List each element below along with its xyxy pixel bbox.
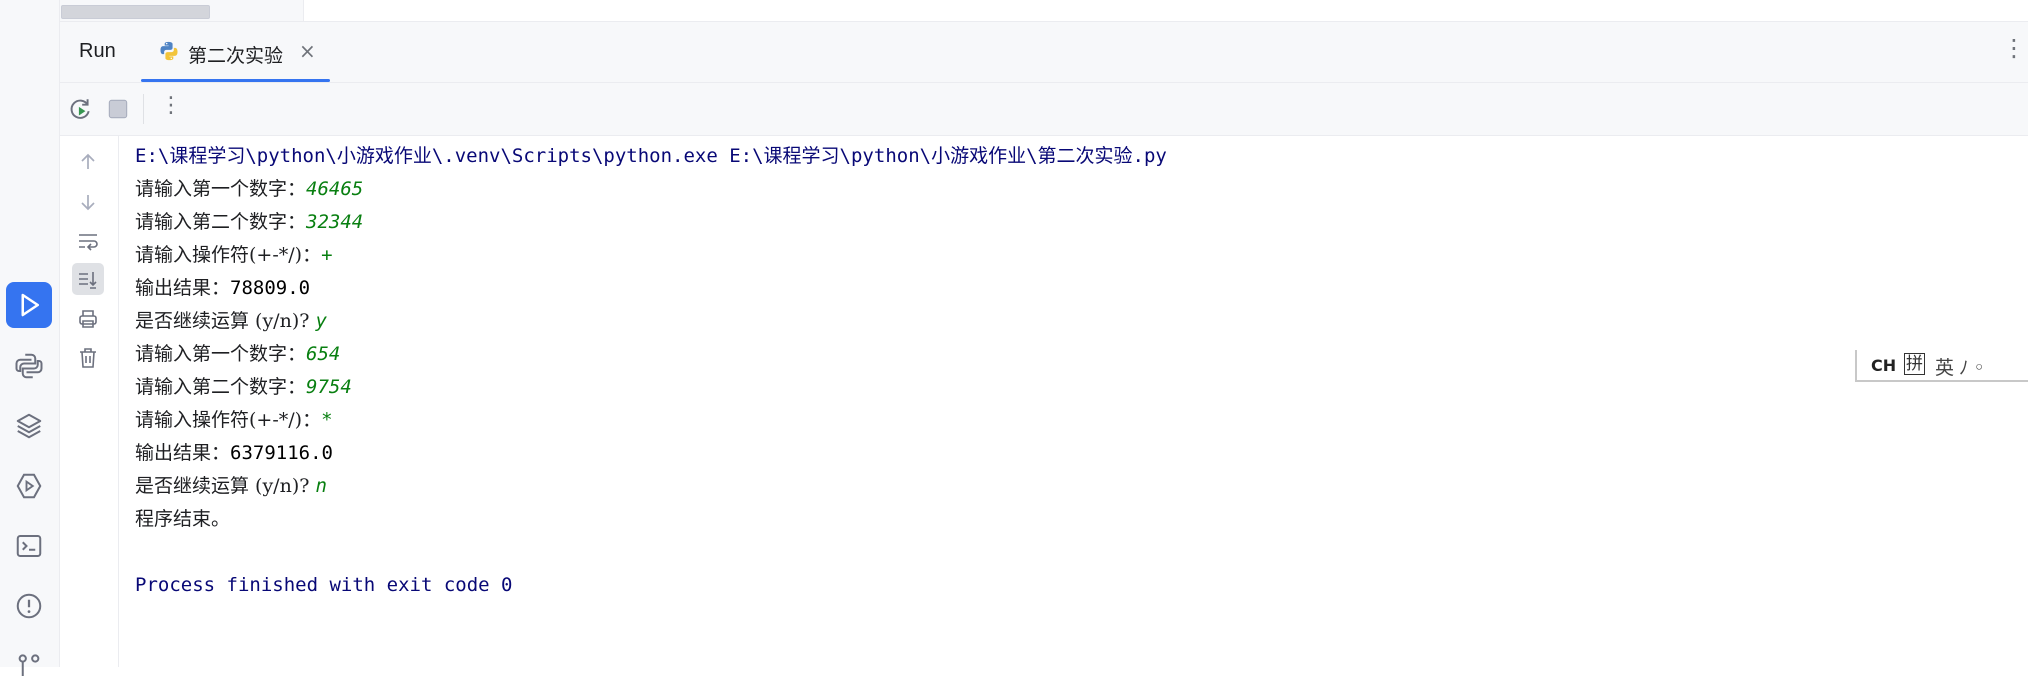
tab-run-configuration[interactable]: 第二次实验 × [141, 22, 330, 82]
prompt-text: 输出结果： [135, 277, 231, 299]
console-line: 请输入第二个数字：32344 [135, 206, 2028, 239]
problems-icon [16, 593, 42, 619]
problems-button[interactable] [6, 583, 52, 629]
prompt-text: 是否继续运算 (y/n)? [135, 310, 316, 332]
console-line: 请输入第一个数字：46465 [135, 173, 2028, 206]
more-options-icon[interactable]: ⋮ [2002, 36, 2026, 60]
scroll-up-button[interactable] [72, 146, 104, 178]
layers-icon [16, 413, 42, 439]
console-side-toolbar [60, 136, 119, 667]
command-line: E:\课程学习\python\小游戏作业\.venv\Scripts\pytho… [135, 145, 1167, 167]
user-input: y [315, 310, 327, 332]
terminal-button[interactable] [6, 523, 52, 569]
layers-button[interactable] [6, 403, 52, 449]
soft-wrap-icon [79, 234, 98, 251]
toolbar-separator [143, 94, 144, 124]
tool-window-title: Run [79, 40, 116, 62]
ime-toolbar[interactable]: CH 拼 英ﾉ◦ [1855, 350, 2028, 382]
console-line: 请输入第二个数字：9754 [135, 371, 2028, 404]
arrow-down-icon [81, 195, 95, 211]
stop-icon [108, 99, 128, 119]
horizontal-scrollbar[interactable] [60, 0, 304, 21]
console-line: 请输入操作符(+-*/)：* [135, 404, 2028, 437]
tab-label: 第二次实验 [188, 45, 284, 67]
services-icon [16, 473, 42, 499]
prompt-text: 请输入第二个数字： [135, 211, 307, 233]
prompt-text: 是否继续运算 (y/n)? [135, 475, 316, 497]
run-tool-window-header: Run 第二次实验 × ⋮ [60, 22, 2028, 83]
user-input: + [321, 244, 333, 266]
active-tab-indicator [141, 79, 330, 82]
prompt-text: 请输入第一个数字： [135, 178, 307, 200]
soft-wrap-button[interactable] [72, 225, 104, 257]
run-toolbar: ⋮ [60, 83, 2028, 136]
prompt-text: 请输入第一个数字： [135, 343, 307, 365]
trash-icon [80, 348, 96, 368]
prompt-text: 输出结果： [135, 442, 231, 464]
user-input: 654 [306, 343, 341, 365]
console-line: 输出结果：78809.0 [135, 272, 2028, 305]
user-input: 32344 [306, 211, 364, 233]
console-line: 请输入第一个数字：654 [135, 338, 2028, 371]
rerun-button[interactable] [64, 93, 96, 125]
console-line: 是否继续运算 (y/n)? n [135, 470, 2028, 503]
terminal-icon [16, 535, 42, 557]
rerun-icon [70, 99, 90, 119]
user-input: n [315, 475, 327, 497]
run-tool-button[interactable] [6, 282, 52, 328]
program-end-text: 程序结束。 [135, 508, 231, 530]
process-finished-text: Process finished with exit code 0 [135, 574, 513, 596]
scroll-down-button[interactable] [72, 186, 104, 218]
user-input: * [321, 409, 333, 431]
ime-extra-icons[interactable]: 英ﾉ◦ [1935, 353, 1990, 380]
python-console-button[interactable] [6, 343, 52, 389]
prompt-text: 请输入操作符(+-*/)： [135, 409, 322, 431]
output-value: 6379116.0 [230, 442, 333, 464]
output-value: 78809.0 [230, 277, 311, 299]
console-output[interactable]: E:\课程学习\python\小游戏作业\.venv\Scripts\pytho… [135, 140, 2028, 667]
git-icon [18, 654, 40, 676]
git-button[interactable] [6, 643, 52, 689]
console-line: 是否继续运算 (y/n)? y [135, 305, 2028, 338]
prompt-text: 请输入操作符(+-*/)： [135, 244, 322, 266]
run-icon [21, 293, 39, 317]
activity-bar [0, 0, 60, 676]
stop-button[interactable] [102, 93, 134, 125]
python-file-icon [160, 41, 178, 61]
python-icon [15, 353, 43, 379]
arrow-up-icon [81, 153, 95, 169]
print-button[interactable] [72, 303, 104, 335]
close-icon[interactable]: × [299, 41, 316, 61]
scrollbar-thumb[interactable] [61, 5, 210, 19]
user-input: 46465 [306, 178, 364, 200]
top-strip [60, 0, 2028, 22]
scroll-to-end-icon [79, 272, 97, 289]
clear-all-button[interactable] [72, 342, 104, 374]
prompt-text: 请输入第二个数字： [135, 376, 307, 398]
scroll-to-end-button[interactable] [72, 263, 104, 295]
ime-language-label[interactable]: CH [1871, 356, 1896, 375]
console-line: 输出结果：6379116.0 [135, 437, 2028, 470]
toolbar-more-icon[interactable]: ⋮ [160, 93, 182, 118]
user-input: 9754 [306, 376, 352, 398]
print-icon [79, 310, 97, 328]
services-button[interactable] [6, 463, 52, 509]
console-line: 请输入操作符(+-*/)：+ [135, 239, 2028, 272]
ime-pinyin-toggle[interactable]: 拼 [1904, 353, 1925, 375]
